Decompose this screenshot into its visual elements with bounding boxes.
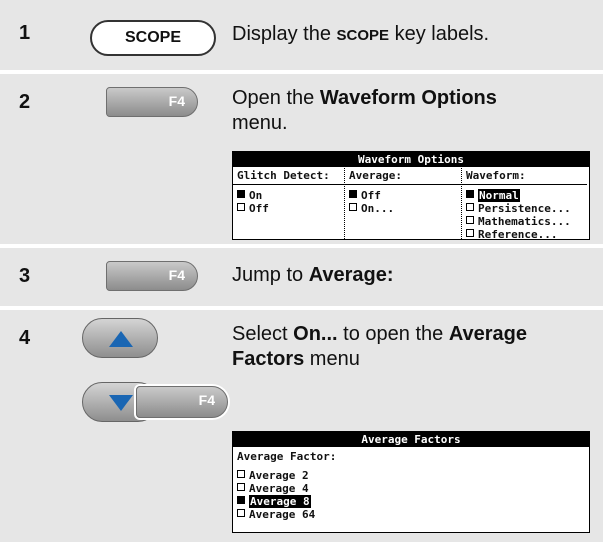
waveform-options-menu: Waveform Options Glitch Detect: On Off A… xyxy=(232,151,590,241)
column-header: Glitch Detect: xyxy=(233,168,344,185)
step-1: 1 SCOPE Display the SCOPE key labels. xyxy=(0,0,603,70)
option-off[interactable]: Off xyxy=(237,202,344,215)
option-persistence[interactable]: Persistence... xyxy=(466,202,587,215)
scope-key[interactable]: SCOPE xyxy=(90,20,216,56)
f4-key[interactable]: F4 xyxy=(136,386,228,418)
option-normal[interactable]: Normal xyxy=(466,189,587,202)
average-column: Average: Off On... xyxy=(345,168,462,239)
step-4: 4 F4 Select On... to open the Average Fa… xyxy=(0,310,603,542)
step-number: 3 xyxy=(19,265,31,287)
menu-header: Average Factor: xyxy=(237,450,337,463)
option-average-4[interactable]: Average 4 xyxy=(237,482,585,495)
waveform-column: Waveform: Normal Persistence... Mathemat… xyxy=(462,168,587,241)
column-header: Average: xyxy=(345,168,461,185)
step-3: 3 F4 Jump to Average: xyxy=(0,248,603,306)
f4-key[interactable]: F4 xyxy=(106,261,198,291)
option-on[interactable]: On xyxy=(237,189,344,202)
glitch-detect-column: Glitch Detect: On Off xyxy=(233,168,345,239)
f4-key[interactable]: F4 xyxy=(106,87,198,117)
menu-title: Waveform Options xyxy=(233,152,589,167)
option-average-2[interactable]: Average 2 xyxy=(237,469,585,482)
option-reference[interactable]: Reference... xyxy=(466,228,587,241)
step-description: Open the Waveform Options menu. xyxy=(232,87,497,134)
step-number: 1 xyxy=(19,22,31,44)
step-description: Select On... to open the Average Factors… xyxy=(232,323,528,370)
average-factors-menu: Average Factors Average Factor: Average … xyxy=(232,431,590,533)
step-description: Jump to Average: xyxy=(232,264,394,286)
up-arrow-icon xyxy=(109,331,133,347)
option-average-8[interactable]: Average 8 xyxy=(237,495,585,508)
menu-title: Average Factors xyxy=(233,432,589,447)
step-description: Display the SCOPE key labels. xyxy=(232,23,490,45)
option-off[interactable]: Off xyxy=(349,189,461,202)
option-mathematics[interactable]: Mathematics... xyxy=(466,215,587,228)
step-number: 2 xyxy=(19,91,31,113)
option-on[interactable]: On... xyxy=(349,202,461,215)
column-header: Waveform: xyxy=(462,168,587,185)
up-arrow-button[interactable] xyxy=(82,318,158,358)
step-number: 4 xyxy=(19,327,31,349)
option-average-64[interactable]: Average 64 xyxy=(237,508,585,521)
step-2: 2 F4 Open the Waveform Options menu. Wav… xyxy=(0,74,603,244)
